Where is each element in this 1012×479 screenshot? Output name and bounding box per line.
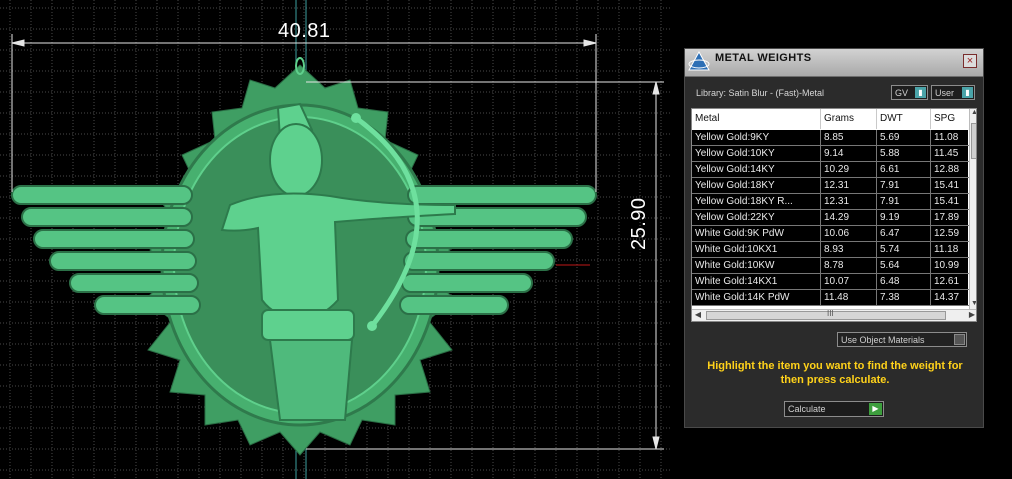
library-label: Library: Satin Blur - (Fast)-Metal	[696, 88, 825, 98]
cell-dwt: 5.64	[877, 258, 931, 274]
cell-dwt: 5.74	[877, 242, 931, 258]
cell-grams: 8.93	[821, 242, 877, 258]
table-row[interactable]: White Gold:14K PdW 11.48 7.38 14.37	[692, 290, 970, 306]
cell-dwt: 7.91	[877, 194, 931, 210]
cell-metal: Yellow Gold:9KY	[692, 130, 821, 146]
metal-weights-panel: METAL WEIGHTS × Library: Satin Blur - (F…	[684, 48, 984, 428]
vertical-scroll-thumb[interactable]	[971, 123, 976, 159]
dropdown-arrow-icon: ▮	[915, 87, 926, 98]
cell-metal: White Gold:9K PdW	[692, 226, 821, 242]
cell-dwt: 7.38	[877, 290, 931, 306]
instructions-text: Highlight the item you want to find the …	[707, 360, 963, 386]
cell-grams: 10.07	[821, 274, 877, 290]
table-row[interactable]: White Gold:9K PdW 10.06 6.47 12.59	[692, 226, 970, 242]
cell-spg: 11.08	[931, 130, 970, 146]
scroll-right-icon[interactable]: ▶	[967, 310, 976, 321]
cell-grams: 14.29	[821, 210, 877, 226]
horizontal-scrollbar[interactable]: ◀ III ▶	[692, 309, 976, 321]
scroll-up-icon[interactable]: ▲	[970, 109, 976, 119]
gv-dropdown[interactable]: GV ▮	[891, 85, 928, 100]
play-icon: ▶	[869, 403, 882, 415]
cell-dwt: 6.47	[877, 226, 931, 242]
user-dropdown[interactable]: User ▮	[931, 85, 975, 100]
cell-dwt: 9.19	[877, 210, 931, 226]
cell-metal: White Gold:10KX1	[692, 242, 821, 258]
metal-table[interactable]: Metal Grams DWT SPG Yellow Gold:9KY 8.85 5…	[691, 108, 977, 322]
cell-grams: 10.29	[821, 162, 877, 178]
panel-title: METAL WEIGHTS	[715, 52, 812, 64]
cell-grams: 12.31	[821, 194, 877, 210]
column-header-spg[interactable]: SPG	[931, 109, 970, 129]
cell-spg: 11.18	[931, 242, 970, 258]
use-object-materials-dropdown[interactable]: Use Object Materials	[837, 332, 967, 347]
cell-grams: 11.48	[821, 290, 877, 306]
table-row[interactable]: White Gold:10KW 8.78 5.64 10.99	[692, 258, 970, 274]
cell-metal: White Gold:10KW	[692, 258, 821, 274]
cell-dwt: 5.69	[877, 130, 931, 146]
cell-spg: 12.88	[931, 162, 970, 178]
user-dropdown-label: User	[935, 88, 955, 98]
dropdown-arrow-icon	[954, 334, 965, 345]
table-row[interactable]: Yellow Gold:10KY 9.14 5.88 11.45	[692, 146, 970, 162]
cell-grams: 9.14	[821, 146, 877, 162]
cell-metal: Yellow Gold:18KY R...	[692, 194, 821, 210]
cell-spg: 12.59	[931, 226, 970, 242]
cell-grams: 8.85	[821, 130, 877, 146]
cell-metal: Yellow Gold:18KY	[692, 178, 821, 194]
dimension-width-label: 40.81	[278, 20, 331, 42]
table-row[interactable]: Yellow Gold:22KY 14.29 9.19 17.89	[692, 210, 970, 226]
table-row[interactable]: White Gold:14KX1 10.07 6.48 12.61	[692, 274, 970, 290]
use-object-materials-label: Use Object Materials	[841, 335, 925, 345]
cell-dwt: 7.91	[877, 178, 931, 194]
cell-metal: White Gold:14KX1	[692, 274, 821, 290]
cell-metal: Yellow Gold:10KY	[692, 146, 821, 162]
calculate-label: Calculate	[788, 404, 826, 414]
cell-grams: 10.06	[821, 226, 877, 242]
table-row[interactable]: Yellow Gold:14KY 10.29 6.61 12.88	[692, 162, 970, 178]
dropdown-arrow-icon: ▮	[962, 87, 973, 98]
table-row[interactable]: Yellow Gold:9KY 8.85 5.69 11.08	[692, 130, 970, 146]
cell-dwt: 6.48	[877, 274, 931, 290]
cell-grams: 8.78	[821, 258, 877, 274]
table-row[interactable]: Yellow Gold:18KY R... 12.31 7.91 15.41	[692, 194, 970, 210]
cell-spg: 11.45	[931, 146, 970, 162]
scroll-grip-label: III	[827, 309, 834, 318]
gv-dropdown-label: GV	[895, 88, 909, 98]
cell-spg: 10.99	[931, 258, 970, 274]
column-header-dwt[interactable]: DWT	[877, 109, 931, 129]
horizontal-scroll-thumb[interactable]: III	[706, 309, 946, 320]
calculate-button[interactable]: Calculate ▶	[784, 401, 884, 417]
cell-dwt: 5.88	[877, 146, 931, 162]
close-button[interactable]: ×	[963, 54, 977, 68]
cell-metal: Yellow Gold:22KY	[692, 210, 821, 226]
dimension-height-label: 25.90	[628, 197, 650, 250]
cell-spg: 14.37	[931, 290, 970, 306]
table-row[interactable]: White Gold:10KX1 8.93 5.74 11.18	[692, 242, 970, 258]
scroll-left-icon[interactable]: ◀	[693, 310, 703, 321]
cell-spg: 12.61	[931, 274, 970, 290]
column-header-grams[interactable]: Grams	[821, 109, 877, 129]
cell-metal: Yellow Gold:14KY	[692, 162, 821, 178]
cell-spg: 17.89	[931, 210, 970, 226]
column-header-metal[interactable]: Metal	[692, 109, 821, 129]
panel-titlebar[interactable]: METAL WEIGHTS ×	[685, 49, 983, 77]
table-row[interactable]: Yellow Gold:18KY 12.31 7.91 15.41	[692, 178, 970, 194]
cell-spg: 15.41	[931, 194, 970, 210]
cell-grams: 12.31	[821, 178, 877, 194]
app-logo-icon	[688, 50, 710, 71]
cell-spg: 15.41	[931, 178, 970, 194]
cell-metal: White Gold:14K PdW	[692, 290, 821, 306]
table-header: Metal Grams DWT SPG	[692, 109, 976, 129]
cell-dwt: 6.61	[877, 162, 931, 178]
vertical-scrollbar[interactable]: ▲ ▼	[969, 109, 976, 310]
